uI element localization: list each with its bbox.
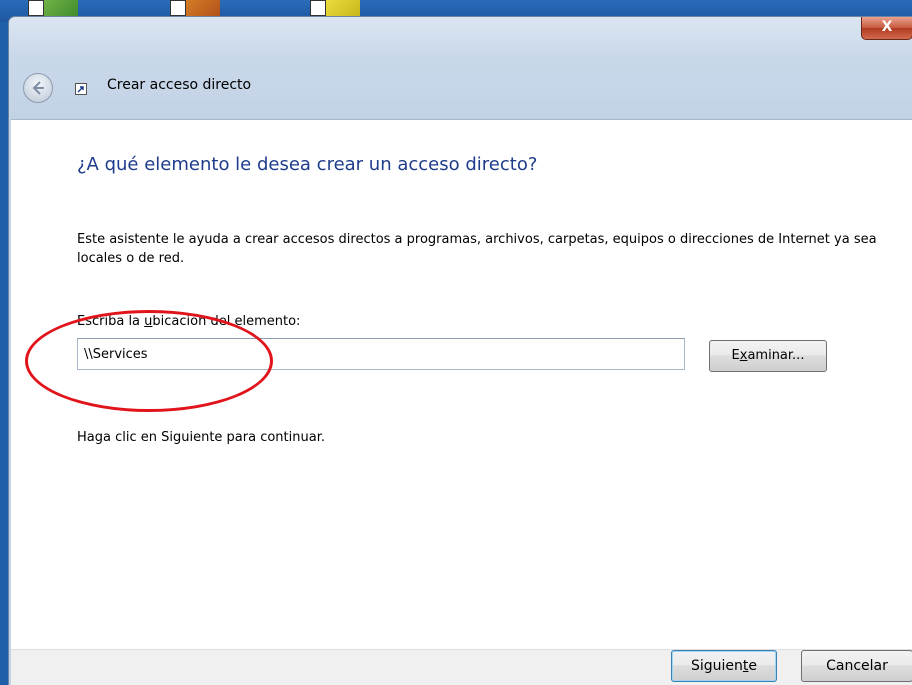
back-arrow-icon — [32, 81, 44, 95]
shortcut-icon — [75, 83, 87, 95]
browse-button[interactable]: Examinar... — [709, 340, 827, 372]
location-input[interactable] — [77, 338, 685, 370]
page-heading: ¿A qué elemento le desea crear un acceso… — [77, 154, 538, 175]
close-button[interactable]: X — [861, 17, 912, 40]
wizard-content: ¿A qué elemento le desea crear un acceso… — [11, 119, 912, 650]
wizard-nav-bar: Crear acceso directo — [9, 55, 912, 119]
location-label: Escriba la ubicación del elemento: — [77, 314, 301, 329]
wizard-description: Este asistente le ayuda a crear accesos … — [77, 232, 877, 266]
continue-hint: Haga clic en Siguiente para continuar. — [77, 430, 325, 445]
next-button[interactable]: Siguiente — [671, 650, 777, 682]
wizard-footer: Siguiente Cancelar — [11, 649, 912, 685]
cancel-button[interactable]: Cancelar — [801, 650, 912, 682]
create-shortcut-dialog: X Crear acceso directo ¿A qué elemento l… — [8, 16, 912, 685]
back-button[interactable] — [23, 73, 53, 103]
window-title: Crear acceso directo — [107, 77, 252, 93]
